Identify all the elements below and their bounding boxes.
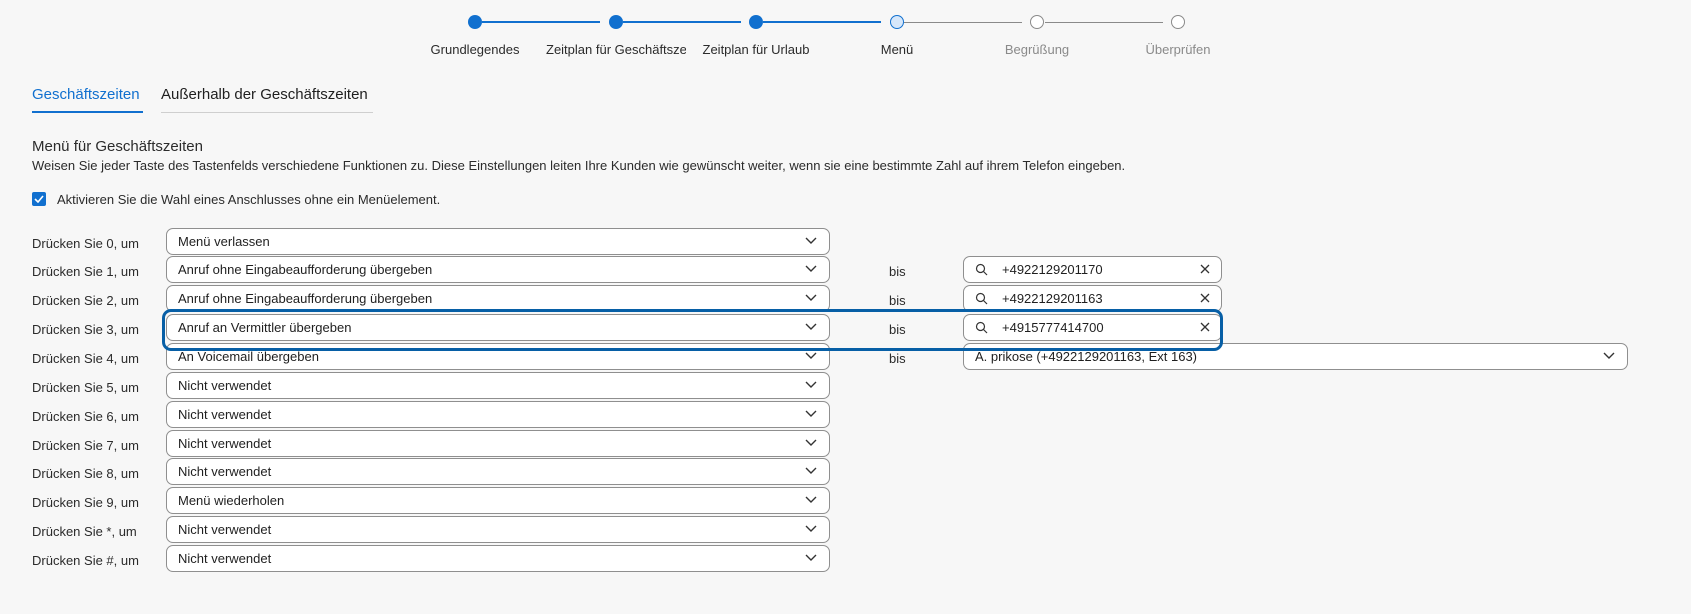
extension-dialing-option: Aktivieren Sie die Wahl eines Anschlusse… [32, 191, 440, 207]
key-3-target-input[interactable] [1002, 318, 1172, 337]
key-hash-action-value: Nicht verwendet [178, 551, 272, 566]
close-icon[interactable] [1200, 264, 1210, 274]
chevron-down-icon [805, 467, 817, 474]
key-4-label: Drücken Sie 4, um [32, 351, 139, 366]
key-hash-action-select[interactable]: Nicht verwendet [166, 545, 830, 572]
key-1-action-select[interactable]: Anruf ohne Eingabeaufforderung übergeben [166, 256, 830, 283]
key-4-action-select[interactable]: An Voicemail übergeben [166, 343, 830, 370]
step-dot-ueberpruefen [1171, 15, 1185, 29]
search-icon [975, 321, 988, 334]
key-9-action-select[interactable]: Menü wiederholen [166, 487, 830, 514]
step-label-zeitplan-urlaub[interactable]: Zeitplan für Urlaub [696, 42, 816, 57]
check-icon [34, 195, 44, 203]
step-label-begruessung: Begrüßung [1004, 42, 1070, 57]
step-connector [482, 21, 600, 23]
key-4-voicemail-value: A. prikose (+4922129201163, Ext 163) [975, 349, 1197, 364]
key-star-label: Drücken Sie *, um [32, 524, 137, 539]
progress-stepper: Grundlegendes Zeitplan für Geschäftszeit… [0, 0, 1691, 70]
step-dot-zeitplan-geschaeftszeiten[interactable] [609, 15, 623, 29]
step-connector [904, 22, 1022, 23]
chevron-down-icon [805, 381, 817, 388]
tab-geschaeftszeiten[interactable]: Geschäftszeiten [32, 86, 140, 103]
key-2-label: Drücken Sie 2, um [32, 293, 139, 308]
key-8-action-select[interactable]: Nicht verwendet [166, 458, 830, 485]
key-hash-label: Drücken Sie #, um [32, 553, 139, 568]
extension-dialing-checkbox[interactable] [32, 192, 46, 206]
key-3-target-search[interactable] [963, 314, 1222, 341]
key-2-bis-label: bis [889, 293, 906, 308]
key-4-voicemail-select[interactable]: A. prikose (+4922129201163, Ext 163) [963, 343, 1628, 370]
chevron-down-icon [805, 410, 817, 417]
key-6-action-value: Nicht verwendet [178, 407, 272, 422]
key-5-action-select[interactable]: Nicht verwendet [166, 372, 830, 399]
chevron-down-icon [805, 294, 817, 301]
key-2-action-select[interactable]: Anruf ohne Eingabeaufforderung übergeben [166, 285, 830, 312]
key-4-bis-label: bis [889, 351, 906, 366]
key-1-bis-label: bis [889, 264, 906, 279]
key-7-action-value: Nicht verwendet [178, 436, 272, 451]
key-2-target-search[interactable] [963, 285, 1222, 312]
step-label-menue[interactable]: Menü [857, 42, 937, 57]
chevron-down-icon [805, 323, 817, 330]
key-6-action-select[interactable]: Nicht verwendet [166, 401, 830, 428]
extension-dialing-label: Aktivieren Sie die Wahl eines Anschlusse… [57, 191, 441, 207]
key-5-label: Drücken Sie 5, um [32, 380, 139, 395]
step-connector [623, 21, 741, 23]
tab-divider [161, 112, 373, 113]
key-6-label: Drücken Sie 6, um [32, 409, 139, 424]
key-1-target-search[interactable] [963, 256, 1222, 283]
chevron-down-icon [805, 265, 817, 272]
key-7-label: Drücken Sie 7, um [32, 438, 139, 453]
key-3-action-value: Anruf an Vermittler übergeben [178, 320, 352, 335]
chevron-down-icon [805, 496, 817, 503]
key-7-action-select[interactable]: Nicht verwendet [166, 430, 830, 457]
step-connector [1045, 22, 1163, 23]
key-8-label: Drücken Sie 8, um [32, 466, 139, 481]
step-dot-grundlegendes[interactable] [468, 15, 482, 29]
key-9-label: Drücken Sie 9, um [32, 495, 139, 510]
close-icon[interactable] [1200, 322, 1210, 332]
key-0-action-select[interactable]: Menü verlassen [166, 228, 830, 255]
search-icon [975, 263, 988, 276]
step-label-ueberpruefen: Überprüfen [1145, 42, 1211, 57]
key-2-action-value: Anruf ohne Eingabeaufforderung übergeben [178, 291, 433, 306]
key-1-label: Drücken Sie 1, um [32, 264, 139, 279]
key-1-target-input[interactable] [1002, 260, 1172, 279]
section-title: Menü für Geschäftszeiten [32, 138, 203, 155]
chevron-down-icon [805, 237, 817, 244]
key-5-action-value: Nicht verwendet [178, 378, 272, 393]
key-9-action-value: Menü wiederholen [178, 493, 285, 508]
key-4-action-value: An Voicemail übergeben [178, 349, 319, 364]
chevron-down-icon [805, 352, 817, 359]
close-icon[interactable] [1200, 293, 1210, 303]
key-0-action-value: Menü verlassen [178, 234, 270, 249]
tab-ausserhalb-geschaeftszeiten[interactable]: Außerhalb der Geschäftszeiten [161, 86, 368, 103]
step-label-grundlegendes[interactable]: Grundlegendes [420, 42, 530, 57]
step-connector [763, 21, 881, 23]
key-3-label: Drücken Sie 3, um [32, 322, 139, 337]
chevron-down-icon [1603, 352, 1615, 359]
key-0-label: Drücken Sie 0, um [32, 236, 139, 251]
key-1-action-value: Anruf ohne Eingabeaufforderung übergeben [178, 262, 433, 277]
key-star-action-value: Nicht verwendet [178, 522, 272, 537]
search-icon [975, 292, 988, 305]
key-3-action-select[interactable]: Anruf an Vermittler übergeben [166, 314, 830, 341]
step-dot-zeitplan-urlaub[interactable] [749, 15, 763, 29]
key-star-action-select[interactable]: Nicht verwendet [166, 516, 830, 543]
chevron-down-icon [805, 525, 817, 532]
tab-active-indicator [32, 111, 143, 113]
step-dot-begruessung [1030, 15, 1044, 29]
step-dot-menue[interactable] [890, 15, 904, 29]
chevron-down-icon [805, 554, 817, 561]
key-2-target-input[interactable] [1002, 289, 1172, 308]
key-8-action-value: Nicht verwendet [178, 464, 272, 479]
chevron-down-icon [805, 439, 817, 446]
step-label-zeitplan-geschaeftszeiten[interactable]: Zeitplan für Geschäftszeiten [546, 42, 686, 57]
section-description: Weisen Sie jeder Taste des Tastenfelds v… [32, 158, 1126, 173]
key-3-bis-label: bis [889, 322, 906, 337]
